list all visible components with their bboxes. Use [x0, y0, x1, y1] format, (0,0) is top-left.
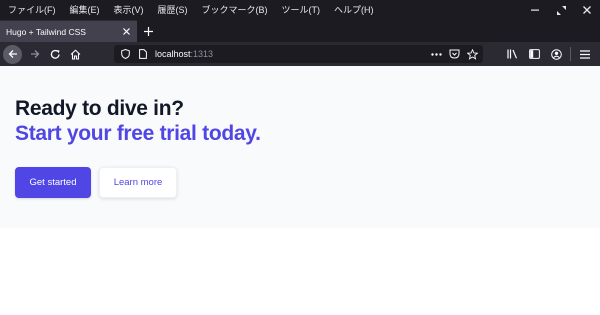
forward-arrow-icon[interactable] — [25, 44, 45, 64]
restore-icon[interactable] — [548, 0, 574, 20]
home-icon[interactable] — [65, 44, 85, 64]
window-controls — [522, 0, 600, 20]
menu-help[interactable]: ヘルプ(H) — [327, 0, 381, 20]
menu-edit[interactable]: 編集(E) — [63, 0, 107, 20]
back-arrow-icon[interactable] — [3, 44, 22, 64]
tab-strip: Hugo + Tailwind CSS — [0, 20, 600, 42]
menu-history[interactable]: 履歴(S) — [151, 0, 195, 20]
url-bar[interactable]: localhost:1313 — [114, 45, 483, 63]
account-icon[interactable] — [545, 44, 567, 64]
toolbar-right — [501, 44, 596, 64]
cta-subheading: Start your free trial today. — [15, 122, 261, 145]
menu-file[interactable]: ファイル(F) — [0, 0, 63, 20]
minimize-icon[interactable] — [522, 0, 548, 20]
reload-icon[interactable] — [45, 44, 65, 64]
tab-title: Hugo + Tailwind CSS — [6, 26, 86, 37]
sidebar-icon[interactable] — [523, 44, 545, 64]
url-port: :1313 — [190, 49, 214, 59]
tab-active[interactable]: Hugo + Tailwind CSS — [0, 20, 137, 42]
more-icon[interactable] — [427, 45, 445, 63]
hamburger-menu-icon[interactable] — [574, 44, 596, 64]
page-content: Ready to dive in? Start your free trial … — [0, 66, 600, 315]
menu-bar: ファイル(F) 編集(E) 表示(V) 履歴(S) ブックマーク(B) ツール(… — [0, 0, 600, 20]
new-tab-plus-icon[interactable] — [137, 20, 159, 42]
menu-tools[interactable]: ツール(T) — [275, 0, 328, 20]
menu-bookmarks[interactable]: ブックマーク(B) — [195, 0, 275, 20]
cta-heading: Ready to dive in? — [15, 97, 184, 120]
pocket-icon[interactable] — [445, 45, 463, 63]
close-icon[interactable] — [574, 0, 600, 20]
learn-more-button[interactable]: Learn more — [99, 167, 177, 198]
menu-view[interactable]: 表示(V) — [107, 0, 151, 20]
nav-toolbar: localhost:1313 — [0, 42, 600, 66]
get-started-button[interactable]: Get started — [15, 167, 91, 198]
library-icon[interactable] — [501, 44, 523, 64]
page-icon — [134, 45, 152, 63]
tab-close-icon[interactable] — [119, 25, 133, 39]
url-text: localhost:1313 — [155, 49, 213, 59]
cta-section: Ready to dive in? Start your free trial … — [0, 66, 600, 228]
star-icon[interactable] — [463, 45, 481, 63]
toolbar-separator — [570, 47, 571, 61]
url-host: localhost — [155, 49, 191, 59]
shield-icon[interactable] — [116, 45, 134, 63]
